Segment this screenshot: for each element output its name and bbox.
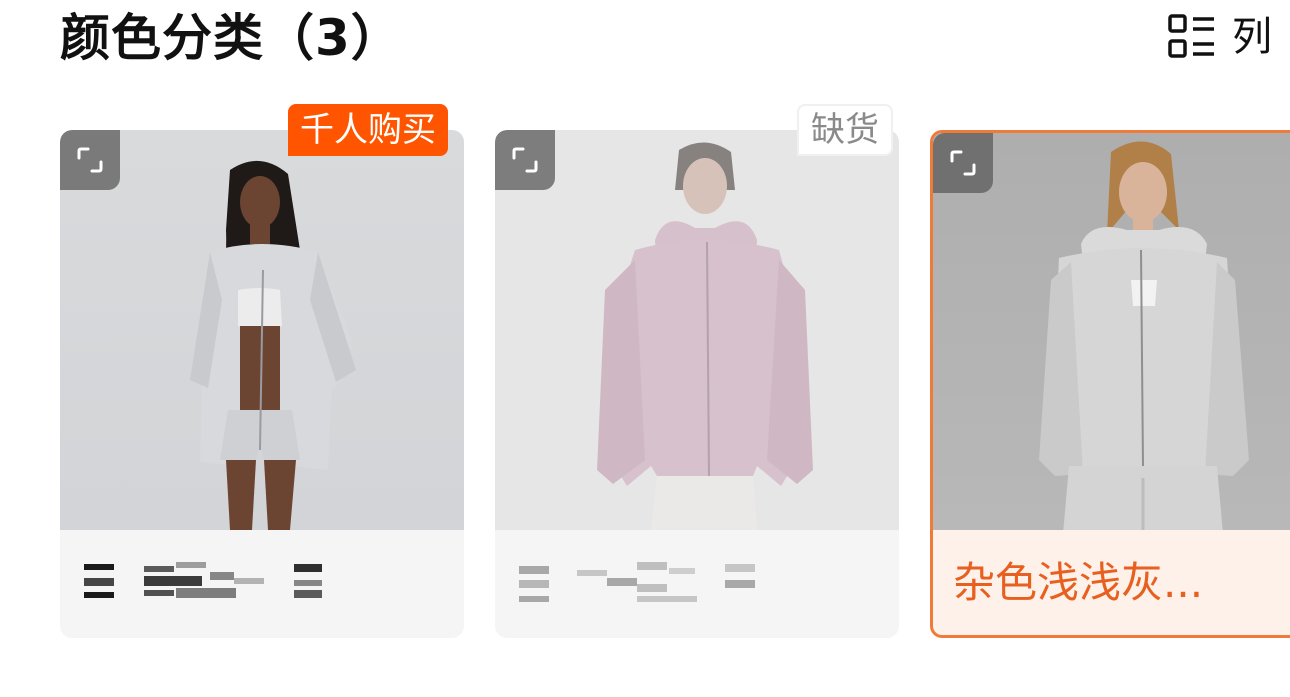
product-photo [495,130,899,530]
color-option-card[interactable] [495,130,899,638]
expand-button[interactable] [60,130,120,190]
expand-icon [950,150,976,176]
expand-button[interactable] [933,133,993,193]
color-option-card[interactable] [60,130,464,638]
obscured-color-name [519,562,779,606]
popularity-badge: 千人购买 [288,104,448,156]
color-name-area: 杂色浅浅灰... [933,533,1290,635]
color-options: 杂色浅浅灰... 千人购买 缺货 [0,0,1290,697]
color-name-area [60,530,464,638]
color-name-area [495,530,899,638]
expand-icon [512,147,538,173]
product-photo [60,130,464,530]
expand-icon [77,147,103,173]
expand-button[interactable] [495,130,555,190]
color-name-label: 杂色浅浅灰... [953,558,1204,607]
out-of-stock-badge: 缺货 [797,104,893,156]
obscured-color-name [84,562,344,606]
color-option-card-selected[interactable]: 杂色浅浅灰... [930,130,1290,638]
